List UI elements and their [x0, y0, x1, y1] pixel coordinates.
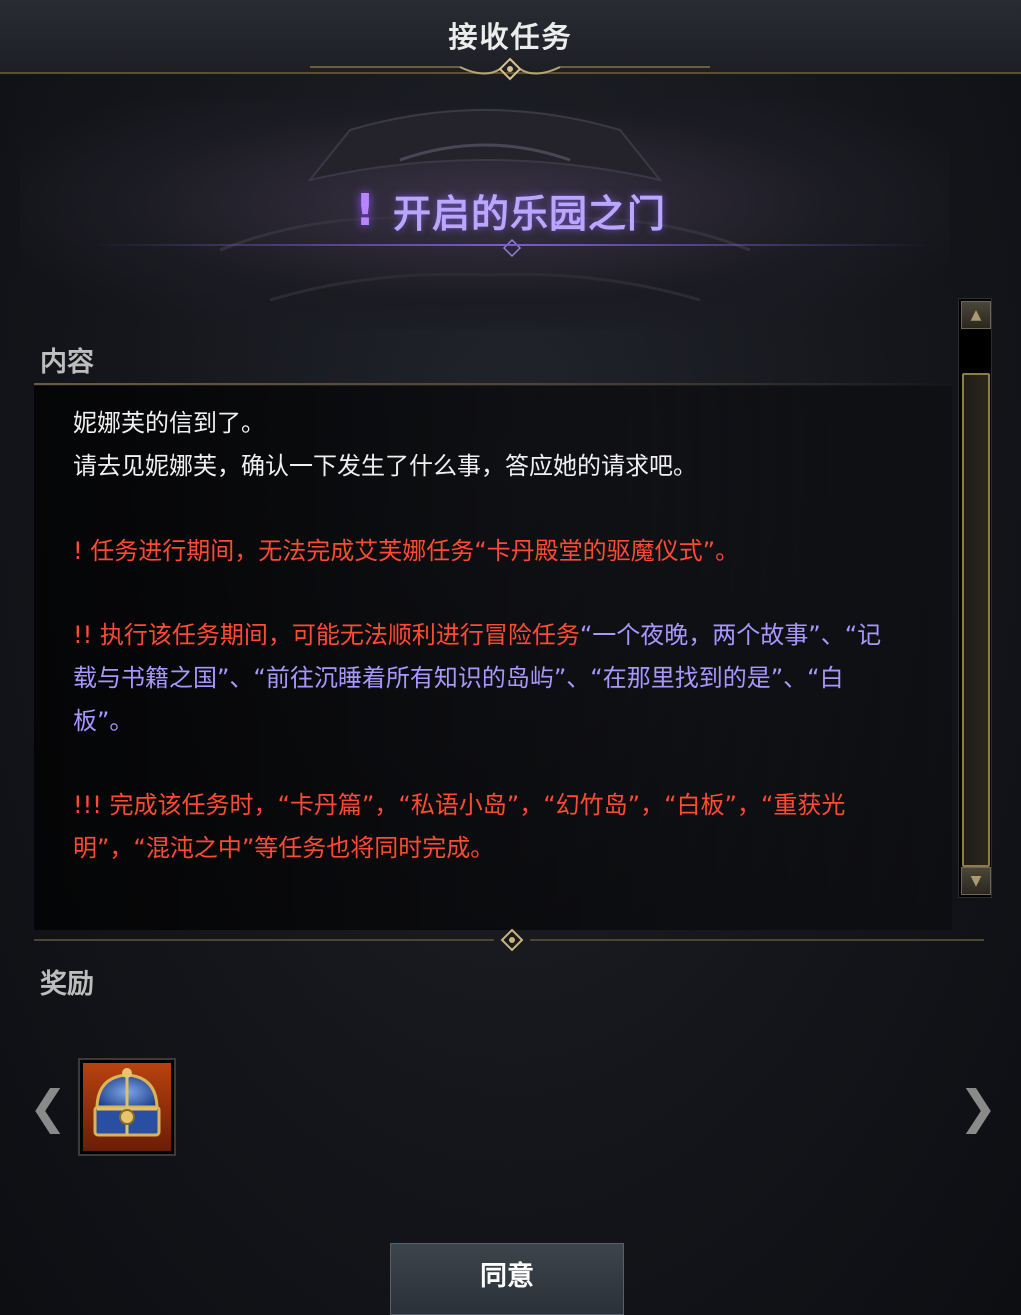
- warning-2: !! 执行该任务期间，可能无法顺利进行冒险任务“一个夜晚，两个故事”、“记载与书…: [73, 614, 903, 743]
- quest-exclamation-icon: !: [354, 184, 376, 236]
- warning-1-text: ! 任务进行期间，无法完成艾芙娜任务“卡丹殿堂的驱魔仪式”。: [73, 537, 740, 565]
- accept-button[interactable]: 同意: [390, 1243, 624, 1315]
- title-ornament-icon: [310, 57, 710, 81]
- quest-description: 妮娜芙的信到了。 请去见妮娜芙，确认一下发生了什么事，答应她的请求吧。: [73, 402, 903, 488]
- warning-3-text: !!! 完成该任务时，“卡丹篇”，“私语小岛”，“幻竹岛”，“白板”，“重获光明…: [73, 791, 846, 862]
- quest-title: 开启的乐园之门: [393, 191, 667, 236]
- section-divider-icon: [34, 928, 984, 952]
- warning-2-prefix: !! 执行该任务期间，可能无法顺利进行冒险任务: [73, 621, 580, 649]
- description-line: 妮娜芙的信到了。: [73, 409, 265, 437]
- warning-3: !!! 完成该任务时，“卡丹篇”，“私语小岛”，“幻竹岛”，“白板”，“重获光明…: [73, 784, 903, 870]
- reward-item-slot[interactable]: [78, 1058, 176, 1156]
- content-header-rule: [34, 383, 952, 385]
- warning-2-text: !! 执行该任务期间，可能无法顺利进行冒险任务“一个夜晚，两个故事”、“记载与书…: [73, 614, 903, 743]
- window-title: 接收任务: [448, 20, 573, 54]
- chevron-left-icon[interactable]: ❮: [28, 1083, 68, 1131]
- treasure-chest-icon: [83, 1063, 171, 1151]
- quest-title-underline: [90, 244, 930, 246]
- description-line: 请去见妮娜芙，确认一下发生了什么事，答应她的请求吧。: [73, 452, 697, 480]
- content-scrollbar[interactable]: ▲ ▼: [958, 298, 992, 898]
- chevron-right-icon[interactable]: ❯: [958, 1083, 998, 1131]
- reward-section-label: 奖励: [40, 969, 94, 1000]
- quest-header: ! 开启的乐园之门: [0, 178, 1021, 242]
- content-section-label: 内容: [40, 347, 94, 378]
- scroll-down-button[interactable]: ▼: [961, 867, 991, 895]
- scroll-up-button[interactable]: ▲: [961, 301, 991, 329]
- scroll-thumb[interactable]: [962, 373, 990, 867]
- warning-1: ! 任务进行期间，无法完成艾芙娜任务“卡丹殿堂的驱魔仪式”。: [73, 530, 903, 573]
